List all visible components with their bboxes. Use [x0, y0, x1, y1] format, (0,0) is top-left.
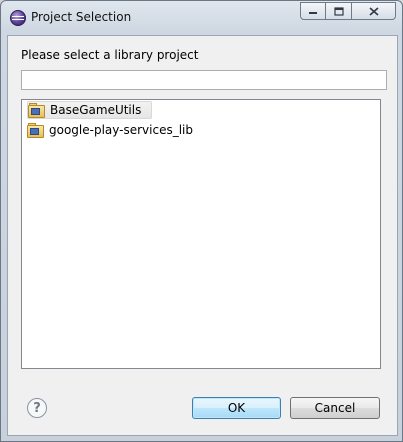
- dialog-body: Please select a library project BaseGame…: [7, 35, 398, 436]
- list-item-label: BaseGameUtils: [50, 103, 142, 117]
- list-item-label: google-play-services_lib: [49, 123, 194, 137]
- list-item-google-play-services-lib[interactable]: google-play-services_lib: [27, 121, 203, 139]
- dialog-window: Project Selection Please select a librar…: [0, 0, 403, 442]
- close-icon: [368, 6, 379, 16]
- help-icon[interactable]: ?: [27, 398, 47, 418]
- minimize-icon: [309, 12, 317, 14]
- project-list[interactable]: BaseGameUtils google-play-services_lib: [21, 99, 381, 369]
- minimize-button[interactable]: [300, 2, 326, 20]
- maximize-icon: [333, 6, 344, 16]
- filter-input[interactable]: [21, 70, 387, 90]
- title-bar[interactable]: Project Selection: [1, 1, 402, 35]
- project-folder-icon: [28, 103, 45, 118]
- maximize-button[interactable]: [326, 2, 352, 20]
- close-button[interactable]: [352, 2, 396, 20]
- ok-button[interactable]: OK: [192, 397, 281, 419]
- eclipse-icon: [10, 10, 26, 26]
- prompt-label: Please select a library project: [21, 48, 199, 62]
- cancel-button[interactable]: Cancel: [290, 397, 380, 419]
- list-item-basegameutils[interactable]: BaseGameUtils: [27, 101, 153, 119]
- project-folder-icon: [27, 123, 44, 138]
- window-controls: [300, 2, 396, 21]
- window-title: Project Selection: [31, 10, 132, 24]
